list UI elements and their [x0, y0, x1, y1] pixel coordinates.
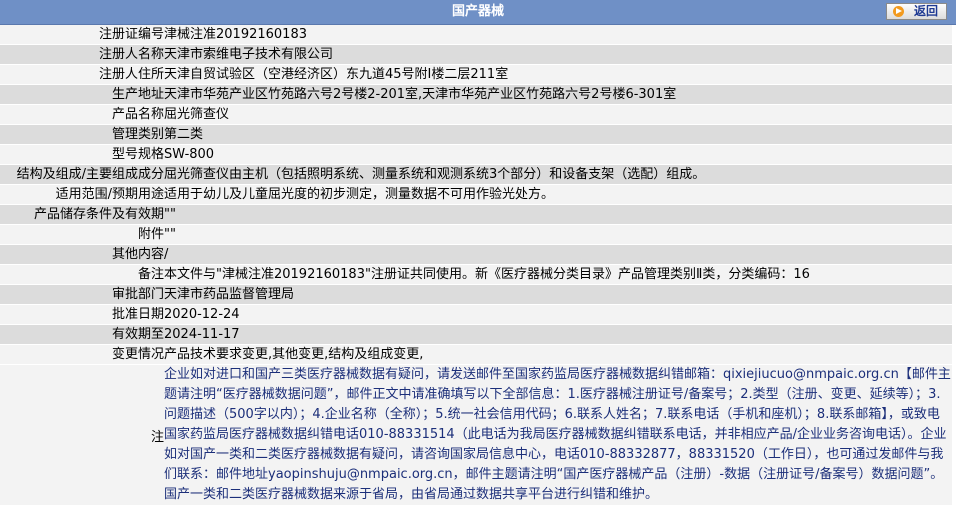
field-value: 2024-11-17	[164, 324, 952, 345]
table-row: 结构及组成/主要组成成分 屈光筛查仪由主机（包括照明系统、测量系统和观测系统3个部…	[0, 164, 952, 185]
field-label: 变更情况	[0, 344, 164, 365]
field-value: 屈光筛查仪	[164, 104, 952, 125]
field-label: 生产地址	[0, 84, 164, 105]
field-label: 有效期至	[0, 324, 164, 345]
field-value: 天津市华苑产业区竹苑路六号2号楼2-201室,天津市华苑产业区竹苑路六号2号楼6…	[164, 84, 952, 105]
field-value: 天津市索维电子技术有限公司	[164, 44, 952, 65]
back-arrow-icon	[893, 6, 904, 17]
back-button[interactable]: 返回	[886, 3, 947, 20]
table-row: 批准日期 2020-12-24	[0, 304, 952, 325]
field-value: 天津市药品监督管理局	[164, 284, 952, 305]
field-value: 2020-12-24	[164, 304, 952, 325]
table-row: 管理类别 第二类	[0, 124, 952, 145]
note-cell: 企业如对进口和国产三类医疗器械数据有疑问，请发送邮件至国家药监局医疗器械数据纠错…	[164, 364, 952, 506]
field-label: 注册证编号	[0, 25, 164, 45]
page-title: 国产器械	[451, 4, 504, 19]
field-label: 结构及组成/主要组成成分	[0, 164, 164, 185]
table-row: 审批部门 天津市药品监督管理局	[0, 284, 952, 305]
table-row: 生产地址 天津市华苑产业区竹苑路六号2号楼2-201室,天津市华苑产业区竹苑路六号…	[0, 84, 952, 105]
table-row: 适用范围/预期用途 适用于幼儿及儿童屈光度的初步测定，测量数据不可用作验光处方。	[0, 184, 952, 205]
table-row: 变更情况 产品技术要求变更,其他变更,结构及组成变更,	[0, 344, 952, 365]
table-row: 有效期至 2024-11-17	[0, 324, 952, 345]
field-label: 附件	[0, 224, 164, 245]
field-value: 屈光筛查仪由主机（包括照明系统、测量系统和观测系统3个部分）和设备支架（选配）组…	[164, 164, 952, 185]
field-label: 注册人名称	[0, 44, 164, 65]
field-label: 其他内容	[0, 244, 164, 265]
table-row: 产品名称 屈光筛查仪	[0, 104, 952, 125]
field-value: 津械注准20192160183	[164, 25, 952, 45]
field-label: 适用范围/预期用途	[0, 184, 164, 205]
page: 国产器械 返回 注册证编号 津械注准20192160183 注册人名称 天津市索维电子…	[0, 0, 956, 526]
back-button-label: 返回	[913, 4, 938, 18]
field-value: 第二类	[164, 124, 952, 145]
note-label: 注	[0, 364, 164, 506]
field-label: 注册人住所	[0, 64, 164, 85]
field-value: /	[164, 244, 952, 265]
table-row: 注册人住所 天津自贸试验区（空港经济区）东九道45号附Ⅰ楼二层211室	[0, 64, 952, 85]
field-value: ""	[164, 224, 952, 245]
field-label: 备注	[0, 264, 164, 285]
field-label: 产品名称	[0, 104, 164, 125]
title-bar: 国产器械 返回	[0, 0, 956, 25]
field-label: 管理类别	[0, 124, 164, 145]
field-value: 天津自贸试验区（空港经济区）东九道45号附Ⅰ楼二层211室	[164, 64, 952, 85]
field-label: 审批部门	[0, 284, 164, 305]
table-row: 附件 ""	[0, 224, 952, 245]
field-label: 型号规格	[0, 144, 164, 165]
field-value: 产品技术要求变更,其他变更,结构及组成变更,	[164, 344, 952, 365]
table-row: 其他内容 /	[0, 244, 952, 265]
table-row: 注册人名称 天津市索维电子技术有限公司	[0, 44, 952, 65]
table-row: 产品储存条件及有效期 ""	[0, 204, 952, 225]
device-info-table: 注册证编号 津械注准20192160183 注册人名称 天津市索维电子技术有限公司 注册…	[0, 25, 952, 506]
table-row: 备注 本文件与"津械注准20192160183"注册证共同使用。新《医疗器械分类目…	[0, 264, 952, 285]
field-value: 本文件与"津械注准20192160183"注册证共同使用。新《医疗器械分类目录》…	[164, 264, 952, 285]
note-text: 企业如对进口和国产三类医疗器械数据有疑问，请发送邮件至国家药监局医疗器械数据纠错…	[164, 367, 951, 502]
table-row: 型号规格 SW-800	[0, 144, 952, 165]
field-value: 适用于幼儿及儿童屈光度的初步测定，测量数据不可用作验光处方。	[164, 184, 952, 205]
field-label: 产品储存条件及有效期	[0, 204, 164, 225]
note-row: 注企业如对进口和国产三类医疗器械数据有疑问，请发送邮件至国家药监局医疗器械数据纠…	[0, 364, 952, 506]
table-row: 注册证编号 津械注准20192160183	[0, 25, 952, 45]
field-value: SW-800	[164, 144, 952, 165]
field-label: 批准日期	[0, 304, 164, 325]
field-value: ""	[164, 204, 952, 225]
